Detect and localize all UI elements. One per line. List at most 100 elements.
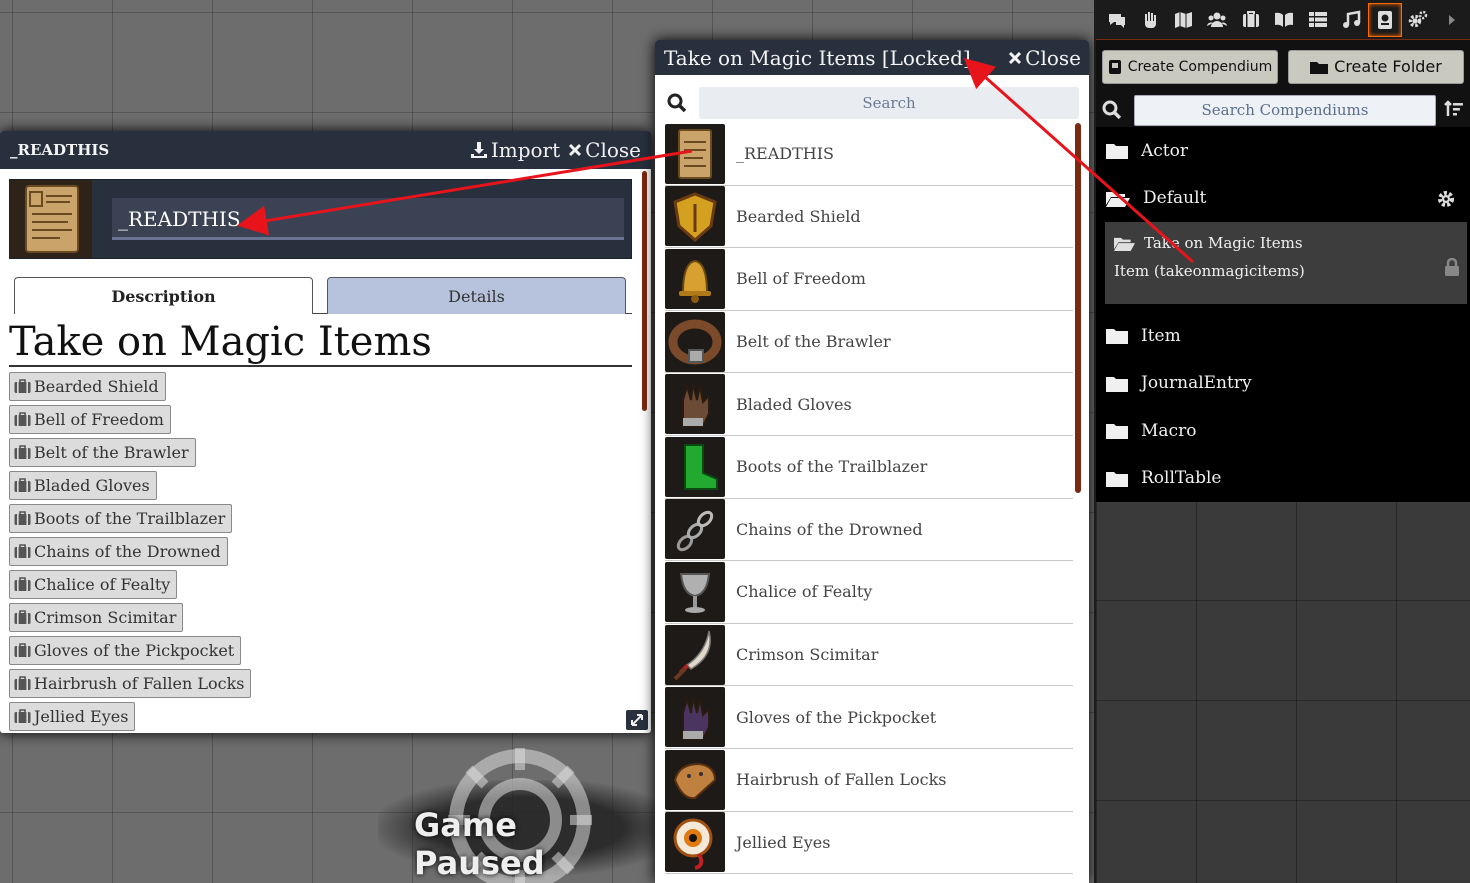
compendium-entry[interactable]: Belt of the Brawler bbox=[665, 310, 1073, 374]
compendium-entry[interactable]: Jellied Eyes bbox=[665, 811, 1073, 875]
create-compendium-button[interactable]: Create Compendium bbox=[1102, 49, 1278, 84]
suitcase-icon bbox=[14, 642, 31, 657]
content-link-label: Hairbrush of Fallen Locks bbox=[34, 674, 245, 693]
content-link-label: Belt of the Brawler bbox=[34, 443, 189, 462]
sidebar-tab-items[interactable] bbox=[1234, 3, 1268, 37]
search-compendiums-input[interactable]: Search Compendiums bbox=[1133, 94, 1437, 126]
compendium-entry-name: Bladed Gloves bbox=[736, 394, 852, 414]
compendium-entry[interactable]: Bladed Gloves bbox=[665, 373, 1073, 436]
item-sheet-tabs: Description Details bbox=[14, 277, 632, 314]
compendium-header[interactable]: Take on Magic Items [Locked] Close bbox=[655, 40, 1089, 75]
content-link[interactable]: Chalice of Fealty bbox=[9, 570, 178, 599]
folder-label: Default bbox=[1143, 188, 1207, 209]
compendium-entry[interactable]: _READTHIS bbox=[665, 123, 1073, 186]
item-sheet-header[interactable]: _READTHIS Import Close bbox=[0, 131, 651, 169]
content-link[interactable]: Hairbrush of Fallen Locks bbox=[9, 669, 252, 698]
close-label: Close bbox=[585, 138, 641, 162]
item-sheet-close-button[interactable]: Close bbox=[568, 138, 641, 162]
sidebar-search: Search Compendiums bbox=[1096, 93, 1470, 127]
scroll-icon[interactable] bbox=[10, 180, 92, 258]
suitcase-icon bbox=[14, 543, 31, 558]
content-link[interactable]: Jellied Eyes bbox=[9, 702, 136, 731]
create-folder-button[interactable]: Create Folder bbox=[1288, 49, 1464, 84]
compendium-entry-name: Crimson Scimitar bbox=[736, 645, 879, 665]
folder-icon bbox=[1106, 144, 1128, 160]
compendium-window[interactable]: Take on Magic Items [Locked] Close Searc… bbox=[655, 40, 1089, 883]
tables-icon bbox=[1308, 11, 1327, 27]
sidebar-tab-chat[interactable] bbox=[1100, 3, 1134, 37]
folder-rolltable[interactable]: RollTable bbox=[1096, 455, 1470, 503]
folder-label: RollTable bbox=[1141, 468, 1222, 489]
folder-macro[interactable]: Macro bbox=[1096, 407, 1470, 455]
sidebar-tab-playlists[interactable] bbox=[1335, 3, 1369, 37]
compendium-entry[interactable]: Crimson Scimitar bbox=[665, 623, 1073, 687]
sidebar-tab-scenes[interactable] bbox=[1167, 3, 1201, 37]
tab-description[interactable]: Description bbox=[14, 277, 313, 314]
sort-icon[interactable] bbox=[1444, 100, 1464, 120]
gear-icon[interactable] bbox=[1436, 189, 1456, 209]
sidebar-tab-collapse[interactable] bbox=[1435, 3, 1469, 37]
folder-item[interactable]: Item bbox=[1096, 312, 1470, 360]
content-link-label: Bladed Gloves bbox=[34, 476, 150, 495]
item-name-input[interactable]: _READTHIS bbox=[112, 198, 624, 240]
compendium-entry[interactable]: Chalice of Fealty bbox=[665, 561, 1073, 624]
create-folder-label: Create Folder bbox=[1334, 57, 1442, 76]
import-label: Import bbox=[490, 138, 561, 162]
eye-icon bbox=[665, 812, 725, 873]
compendium-entry[interactable]: Boots of the Trailblazer bbox=[665, 435, 1073, 499]
pack-name-label: Take on Magic Items bbox=[1144, 234, 1303, 252]
close-label: Close bbox=[1025, 45, 1081, 70]
shield-icon bbox=[665, 186, 725, 247]
compendium-entry[interactable]: Bell of Freedom bbox=[665, 248, 1073, 311]
actors-icon bbox=[1207, 12, 1228, 27]
sidebar-tab-combat[interactable] bbox=[1134, 3, 1168, 37]
compendium-pack-take-on-magic-items[interactable]: Take on Magic Items Item (takeonmagicite… bbox=[1105, 222, 1467, 304]
folder-icon bbox=[1106, 376, 1128, 392]
collapse-icon bbox=[1448, 14, 1455, 25]
compendium-entry[interactable]: Gloves of the Pickpocket bbox=[665, 686, 1073, 749]
bell-icon bbox=[665, 248, 725, 309]
item-sheet-window[interactable]: _READTHIS Import Close _READTHIS Descrip… bbox=[0, 131, 651, 733]
folder-default[interactable]: Default bbox=[1096, 175, 1470, 223]
folder-label: JournalEntry bbox=[1141, 373, 1252, 394]
item-sheet-title: _READTHIS bbox=[10, 141, 110, 159]
content-link[interactable]: Boots of the Trailblazer bbox=[9, 504, 233, 533]
content-link[interactable]: Bell of Freedom bbox=[9, 405, 171, 434]
compendium-entry-name: Belt of the Brawler bbox=[736, 332, 891, 352]
content-link[interactable]: Belt of the Brawler bbox=[9, 438, 196, 467]
sidebar-tab-actors[interactable] bbox=[1201, 3, 1235, 37]
lock-icon[interactable] bbox=[1444, 258, 1460, 276]
folders-bottom: Item JournalEntry Macro RollTable bbox=[1096, 312, 1470, 502]
item-sheet-scrollbar[interactable] bbox=[642, 171, 647, 411]
compendium-search-input[interactable]: Search bbox=[699, 87, 1079, 119]
compendium-actions: Create Compendium Create Folder bbox=[1096, 40, 1470, 93]
resize-handle[interactable] bbox=[626, 710, 648, 730]
description-link-list: Bearded Shield Bell of Freedom Belt of the… bbox=[9, 372, 632, 733]
tab-details[interactable]: Details bbox=[327, 277, 626, 314]
content-link[interactable]: Bearded Shield bbox=[9, 372, 166, 401]
content-link[interactable]: Gloves of the Pickpocket bbox=[9, 636, 242, 665]
content-link[interactable]: Bladed Gloves bbox=[9, 471, 157, 500]
content-link-label: Bell of Freedom bbox=[34, 410, 164, 429]
folder-journalentry[interactable]: JournalEntry bbox=[1096, 360, 1470, 408]
folder-open-icon bbox=[1106, 191, 1130, 207]
scroll-icon bbox=[665, 123, 725, 184]
folder-actor[interactable]: Actor bbox=[1096, 127, 1470, 175]
content-link-label: Gloves of the Pickpocket bbox=[34, 641, 235, 660]
boot-icon bbox=[665, 436, 725, 497]
folder-icon bbox=[1310, 61, 1329, 74]
settings-icon bbox=[1409, 10, 1428, 27]
suitcase-icon bbox=[14, 510, 31, 525]
content-link[interactable]: Crimson Scimitar bbox=[9, 603, 184, 632]
import-button[interactable]: Import bbox=[470, 138, 560, 162]
sidebar-tab-journal[interactable] bbox=[1268, 3, 1302, 37]
compendium-close-button[interactable]: Close bbox=[1008, 46, 1081, 70]
compendium-entry[interactable]: Hairbrush of Fallen Locks bbox=[665, 748, 1073, 812]
compendium-entry[interactable]: Bearded Shield bbox=[665, 185, 1073, 249]
sidebar-tab-tables[interactable] bbox=[1301, 3, 1335, 37]
sidebar-tab-settings[interactable] bbox=[1402, 3, 1436, 37]
compendium-scrollbar[interactable] bbox=[1075, 123, 1081, 493]
sidebar-tab-compendium[interactable] bbox=[1368, 2, 1402, 37]
content-link[interactable]: Chains of the Drowned bbox=[9, 537, 228, 566]
compendium-entry[interactable]: Chains of the Drowned bbox=[665, 498, 1073, 562]
